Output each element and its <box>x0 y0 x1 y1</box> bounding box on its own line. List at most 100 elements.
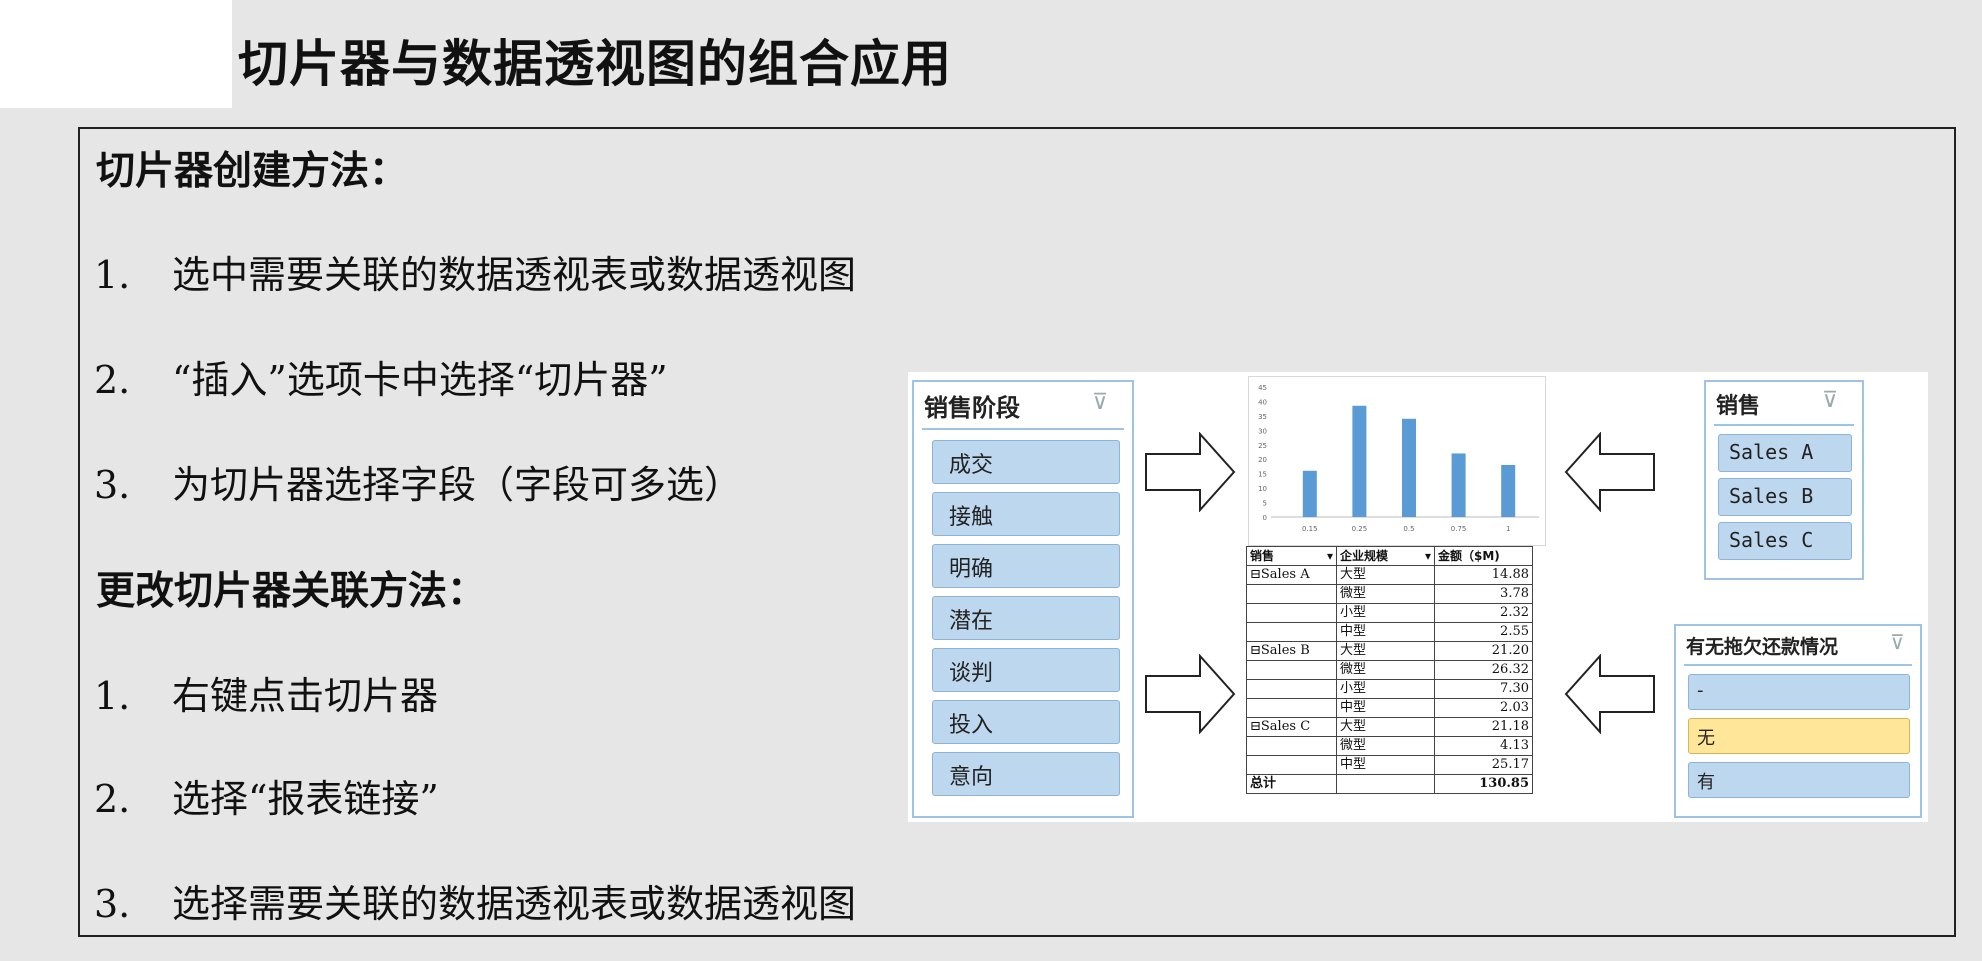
item-number: 1. <box>94 253 131 297</box>
clear-filter-icon[interactable]: ⊽ <box>1092 390 1108 415</box>
table-cell: 26.32 <box>1434 660 1533 680</box>
item-number: 3. <box>94 463 131 507</box>
column-header-label: 企业规模 <box>1340 549 1389 563</box>
bar-chart: 0 5 10 15 20 25 30 35 40 45 0.15 0.25 0.5 0.75 1 <box>1258 384 1539 533</box>
x-tick-label: 0.75 <box>1451 525 1467 533</box>
clear-filter-icon[interactable]: ⊽ <box>1890 630 1905 654</box>
table-cell: 21.18 <box>1434 717 1533 737</box>
section2-item-1: 1. 右键点击切片器 <box>94 665 438 720</box>
table-cell <box>1246 622 1337 642</box>
slicer-item[interactable]: Sales C <box>1718 522 1852 560</box>
slicer-item[interactable]: 潜在 <box>932 596 1120 640</box>
slicer-item[interactable]: 有 <box>1688 762 1910 798</box>
item-number: 1. <box>94 674 131 718</box>
pivot-chart[interactable]: 0 5 10 15 20 25 30 35 40 45 0.15 0.25 0.5 0.75 1 <box>1248 376 1546 546</box>
table-cell <box>1246 698 1337 718</box>
item-text: 右键点击切片器 <box>172 674 439 718</box>
table-cell: 小型 <box>1336 603 1435 623</box>
slicer-item[interactable]: 意向 <box>932 752 1120 796</box>
table-cell: 大型 <box>1336 717 1435 737</box>
chart-bar <box>1302 470 1317 517</box>
table-cell[interactable]: ⊟Sales A <box>1246 565 1337 585</box>
item-number: 2. <box>94 358 131 402</box>
table-cell: 3.78 <box>1434 584 1533 604</box>
arrow-right-icon <box>1145 432 1236 512</box>
table-row: 小型 7.30 <box>1246 679 1533 699</box>
y-tick-label: 35 <box>1258 413 1267 421</box>
slicer-title: 销售 <box>1716 394 1761 419</box>
slicer-item[interactable]: Sales B <box>1718 478 1852 516</box>
section1-item-1: 1. 选中需要关联的数据透视表或数据透视图 <box>94 244 856 299</box>
table-row: 中型 2.03 <box>1246 698 1533 718</box>
chart-bar <box>1402 418 1416 517</box>
slicer-item-selected[interactable]: 无 <box>1688 718 1910 754</box>
chart-bar <box>1451 453 1466 517</box>
item-number: 2. <box>94 777 131 821</box>
column-header: 金额（$M) <box>1434 546 1533 566</box>
table-cell <box>1246 603 1337 623</box>
item-text: 选择“报表链接” <box>172 777 439 821</box>
slicer-item[interactable]: Sales A <box>1718 434 1852 472</box>
section2-heading: 更改切片器关联方法： <box>96 569 487 614</box>
item-text: 选中需要关联的数据透视表或数据透视图 <box>172 253 857 297</box>
table-cell: 4.13 <box>1434 736 1533 756</box>
table-row: 中型 25.17 <box>1246 755 1533 775</box>
arrow-right-icon <box>1145 654 1236 734</box>
chart-bar <box>1352 405 1367 517</box>
table-cell: 小型 <box>1336 679 1435 699</box>
table-row: 微型 4.13 <box>1246 736 1533 756</box>
slicer-sales-stage[interactable]: 销售阶段 ⊽ 成交 接触 明确 潜在 谈判 投入 意向 <box>912 380 1134 818</box>
section1-item-3: 3. 为切片器选择字段（字段可多选） <box>94 454 742 509</box>
dropdown-icon[interactable]: ▾ <box>1425 547 1431 565</box>
table-cell <box>1246 660 1337 680</box>
y-tick-label: 5 <box>1263 500 1267 508</box>
table-cell: 中型 <box>1336 698 1435 718</box>
table-row: 微型 3.78 <box>1246 584 1533 604</box>
y-tick-label: 25 <box>1258 442 1267 450</box>
illustration-panel: 销售阶段 ⊽ 成交 接触 明确 潜在 谈判 投入 意向 0 5 10 15 20 25 30… <box>908 372 1928 822</box>
section2-item-3: 3. 选择需要关联的数据透视表或数据透视图 <box>94 873 856 928</box>
clear-filter-icon[interactable]: ⊽ <box>1822 388 1838 413</box>
table-row: ⊟Sales B 大型 21.20 <box>1246 641 1533 661</box>
slicer-item[interactable]: 谈判 <box>932 648 1120 692</box>
y-tick-label: 45 <box>1258 384 1267 392</box>
table-cell: 25.17 <box>1434 755 1533 775</box>
column-header: 销售 ▾ <box>1246 546 1337 566</box>
dropdown-icon[interactable]: ▾ <box>1327 547 1333 565</box>
slicer-title: 有无拖欠还款情况 <box>1686 636 1839 658</box>
x-tick-label: 0.25 <box>1352 525 1368 533</box>
table-cell: 中型 <box>1336 755 1435 775</box>
table-cell: 微型 <box>1336 584 1435 604</box>
item-text: “插入”选项卡中选择“切片器” <box>172 358 668 402</box>
table-cell: 14.88 <box>1434 565 1533 585</box>
table-cell: 7.30 <box>1434 679 1533 699</box>
slicer-sales[interactable]: 销售 ⊽ Sales A Sales B Sales C <box>1704 380 1864 580</box>
slicer-item[interactable]: - <box>1688 674 1910 710</box>
table-cell: 大型 <box>1336 565 1435 585</box>
slicer-item[interactable]: 投入 <box>932 700 1120 744</box>
slicer-divider <box>1714 424 1854 426</box>
table-cell: 中型 <box>1336 622 1435 642</box>
table-cell: 2.03 <box>1434 698 1533 718</box>
table-header-row: 销售 ▾ 企业规模 ▾ 金额（$M) <box>1246 546 1533 566</box>
table-cell <box>1246 736 1337 756</box>
table-cell: 大型 <box>1336 641 1435 661</box>
table-row: 中型 2.55 <box>1246 622 1533 642</box>
table-cell <box>1246 584 1337 604</box>
table-cell: 总计 <box>1246 774 1337 794</box>
table-cell[interactable]: ⊟Sales B <box>1246 641 1337 661</box>
table-row: ⊟Sales C 大型 21.18 <box>1246 717 1533 737</box>
table-cell: 2.32 <box>1434 603 1533 623</box>
slicer-debt-status[interactable]: 有无拖欠还款情况 ⊽ - 无 有 <box>1674 624 1922 818</box>
slicer-item[interactable]: 接触 <box>932 492 1120 536</box>
column-header: 企业规模 ▾ <box>1336 546 1435 566</box>
y-tick-label: 20 <box>1258 456 1267 464</box>
table-total-row: 总计 130.85 <box>1246 774 1533 794</box>
table-cell[interactable]: ⊟Sales C <box>1246 717 1337 737</box>
slicer-item[interactable]: 成交 <box>932 440 1120 484</box>
slicer-item[interactable]: 明确 <box>932 544 1120 588</box>
section1-item-2: 2. “插入”选项卡中选择“切片器” <box>94 349 668 404</box>
column-header-label: 销售 <box>1250 549 1275 563</box>
section2-item-2: 2. 选择“报表链接” <box>94 768 439 823</box>
x-tick-label: 1 <box>1506 525 1510 533</box>
